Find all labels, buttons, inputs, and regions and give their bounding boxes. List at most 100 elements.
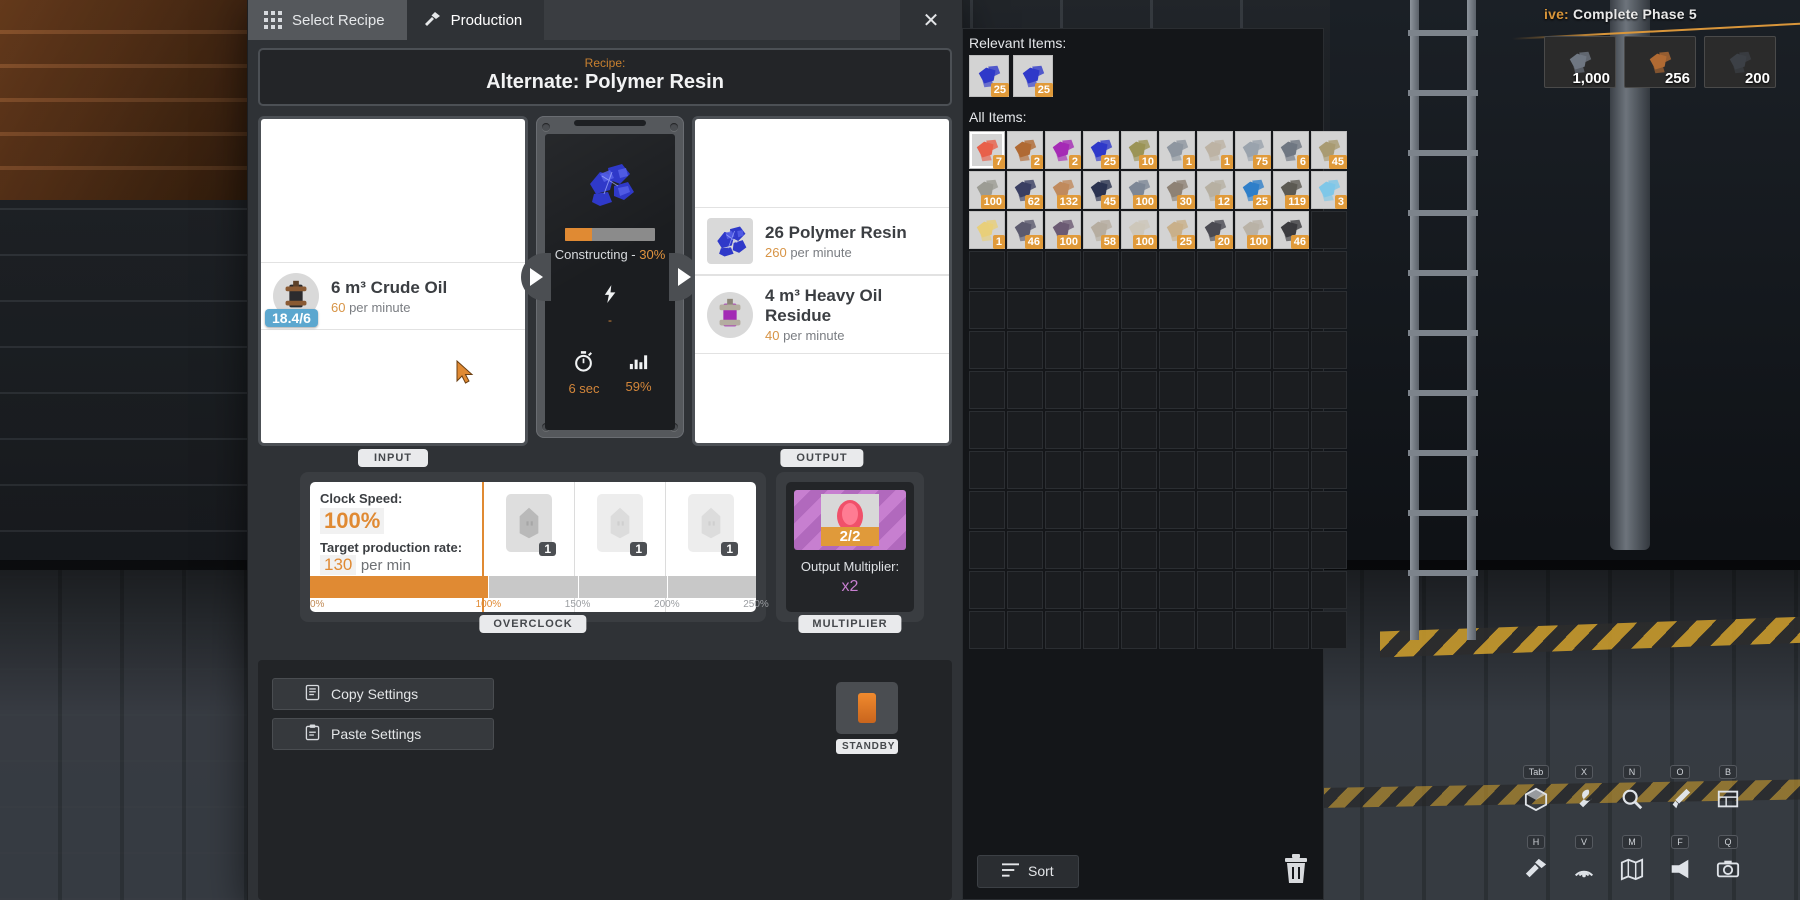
inventory-empty-slot[interactable] xyxy=(1121,331,1157,369)
inventory-empty-slot[interactable] xyxy=(1235,451,1271,489)
inventory-empty-slot[interactable] xyxy=(1121,611,1157,649)
inventory-empty-slot[interactable] xyxy=(1235,331,1271,369)
inventory-empty-slot[interactable] xyxy=(969,371,1005,409)
inventory-item-slot[interactable]: 2 xyxy=(1045,131,1081,169)
inventory-empty-slot[interactable] xyxy=(1273,531,1309,569)
inventory-item-slot[interactable]: 7 xyxy=(969,131,1005,169)
inventory-empty-slot[interactable] xyxy=(969,251,1005,289)
inventory-empty-slot[interactable] xyxy=(1007,251,1043,289)
inventory-empty-slot[interactable] xyxy=(1083,291,1119,329)
tab-production[interactable]: Production xyxy=(407,0,545,40)
inventory-empty-slot[interactable] xyxy=(1121,411,1157,449)
inventory-item-slot[interactable]: 75 xyxy=(1235,131,1271,169)
inventory-empty-slot[interactable] xyxy=(1273,251,1309,289)
inventory-item-slot[interactable]: 25 xyxy=(1083,131,1119,169)
inventory-item-slot[interactable]: 3 xyxy=(1311,171,1347,209)
inventory-empty-slot[interactable] xyxy=(1007,331,1043,369)
hotkey-o[interactable]: O xyxy=(1658,762,1702,816)
inventory-empty-slot[interactable] xyxy=(1045,491,1081,529)
input-inventory-card[interactable]: 18.4/6 6 m³ Crude Oil 60 per minute xyxy=(258,116,528,446)
inventory-empty-slot[interactable] xyxy=(1311,291,1347,329)
inventory-empty-slot[interactable] xyxy=(1007,411,1043,449)
standby-control[interactable]: STANDBY xyxy=(836,682,898,754)
inventory-empty-slot[interactable] xyxy=(1007,291,1043,329)
inventory-empty-slot[interactable] xyxy=(1235,531,1271,569)
hotkey-q[interactable]: Q xyxy=(1706,832,1750,886)
inventory-empty-slot[interactable] xyxy=(1121,451,1157,489)
inventory-empty-slot[interactable] xyxy=(1007,451,1043,489)
inventory-item-slot[interactable]: 6 xyxy=(1273,131,1309,169)
inventory-empty-slot[interactable] xyxy=(1197,451,1233,489)
hotkey-v[interactable]: V xyxy=(1562,832,1606,886)
inventory-empty-slot[interactable] xyxy=(1045,371,1081,409)
inventory-empty-slot[interactable] xyxy=(1159,371,1195,409)
inventory-empty-slot[interactable] xyxy=(1083,611,1119,649)
inventory-empty-slot[interactable] xyxy=(1197,531,1233,569)
inventory-empty-slot[interactable] xyxy=(1083,491,1119,529)
inventory-empty-slot[interactable] xyxy=(1273,331,1309,369)
inventory-empty-slot[interactable] xyxy=(969,531,1005,569)
inventory-empty-slot[interactable] xyxy=(1235,611,1271,649)
inventory-empty-slot[interactable] xyxy=(1159,291,1195,329)
inventory-item-slot[interactable]: 20 xyxy=(1197,211,1233,249)
inventory-empty-slot[interactable] xyxy=(1007,531,1043,569)
inventory-empty-slot[interactable] xyxy=(1083,571,1119,609)
inventory-empty-slot[interactable] xyxy=(1273,411,1309,449)
inventory-empty-slot[interactable] xyxy=(1007,371,1043,409)
inventory-empty-slot[interactable] xyxy=(1083,251,1119,289)
inventory-item-slot[interactable]: 119 xyxy=(1273,171,1309,209)
hotkey-m[interactable]: M xyxy=(1610,832,1654,886)
inventory-item-slot[interactable]: 46 xyxy=(1273,211,1309,249)
output-inventory-card[interactable]: 26 Polymer Resin 260 per minute xyxy=(692,116,952,446)
inventory-item-slot[interactable]: 100 xyxy=(1045,211,1081,249)
overclock-tag[interactable]: OVERCLOCK xyxy=(479,615,586,633)
inventory-item-slot[interactable]: 30 xyxy=(1159,171,1195,209)
inventory-empty-slot[interactable] xyxy=(1197,371,1233,409)
inventory-empty-slot[interactable] xyxy=(1311,331,1347,369)
inventory-empty-slot[interactable] xyxy=(1007,491,1043,529)
close-icon[interactable]: ✕ xyxy=(900,0,962,40)
inventory-item-slot[interactable]: 100 xyxy=(969,171,1005,209)
inventory-empty-slot[interactable] xyxy=(1235,371,1271,409)
inventory-empty-slot[interactable] xyxy=(1197,291,1233,329)
inventory-empty-slot[interactable] xyxy=(1083,531,1119,569)
inventory-empty-slot[interactable] xyxy=(1007,571,1043,609)
inventory-item-slot[interactable]: 12 xyxy=(1197,171,1233,209)
output-slot-heavy-oil-residue[interactable]: 4 m³ Heavy Oil Residue 40 per minute xyxy=(695,275,949,354)
inventory-empty-slot[interactable] xyxy=(1197,251,1233,289)
clock-speed-value[interactable]: 100% xyxy=(320,508,384,534)
input-slot-crude-oil[interactable]: 18.4/6 6 m³ Crude Oil 60 per minute xyxy=(261,262,525,330)
inventory-empty-slot[interactable] xyxy=(1311,451,1347,489)
inventory-empty-slot[interactable] xyxy=(1159,331,1195,369)
inventory-empty-slot[interactable] xyxy=(1197,411,1233,449)
inventory-empty-slot[interactable] xyxy=(1159,531,1195,569)
inventory-item-slot[interactable]: 25 xyxy=(1159,211,1195,249)
inventory-empty-slot[interactable] xyxy=(969,291,1005,329)
hotkey-n[interactable]: N xyxy=(1610,762,1654,816)
inventory-empty-slot[interactable] xyxy=(1121,291,1157,329)
inventory-empty-slot[interactable] xyxy=(1083,371,1119,409)
target-rate-value[interactable]: 130 xyxy=(320,555,356,575)
inventory-empty-slot[interactable] xyxy=(1121,371,1157,409)
output-slot-polymer-resin[interactable]: 26 Polymer Resin 260 per minute xyxy=(695,207,949,275)
paste-settings-button[interactable]: Paste Settings xyxy=(272,718,494,750)
inventory-empty-slot[interactable] xyxy=(1235,251,1271,289)
relevant-item-slot[interactable]: 25 xyxy=(969,55,1009,97)
inventory-empty-slot[interactable] xyxy=(969,451,1005,489)
inventory-empty-slot[interactable] xyxy=(1311,251,1347,289)
inventory-empty-slot[interactable] xyxy=(1311,491,1347,529)
inventory-empty-slot[interactable] xyxy=(1045,451,1081,489)
inventory-empty-slot[interactable] xyxy=(1083,411,1119,449)
inventory-empty-slot[interactable] xyxy=(1273,451,1309,489)
inventory-empty-slot[interactable] xyxy=(1235,571,1271,609)
copy-settings-button[interactable]: Copy Settings xyxy=(272,678,494,710)
inventory-empty-slot[interactable] xyxy=(1197,491,1233,529)
inventory-empty-slot[interactable] xyxy=(1273,371,1309,409)
inventory-empty-slot[interactable] xyxy=(969,411,1005,449)
inventory-empty-slot[interactable] xyxy=(1311,531,1347,569)
inventory-empty-slot[interactable] xyxy=(1311,411,1347,449)
inventory-empty-slot[interactable] xyxy=(1235,491,1271,529)
hotkey-f[interactable]: F xyxy=(1658,832,1702,886)
inventory-empty-slot[interactable] xyxy=(1159,411,1195,449)
inventory-empty-slot[interactable] xyxy=(1159,251,1195,289)
